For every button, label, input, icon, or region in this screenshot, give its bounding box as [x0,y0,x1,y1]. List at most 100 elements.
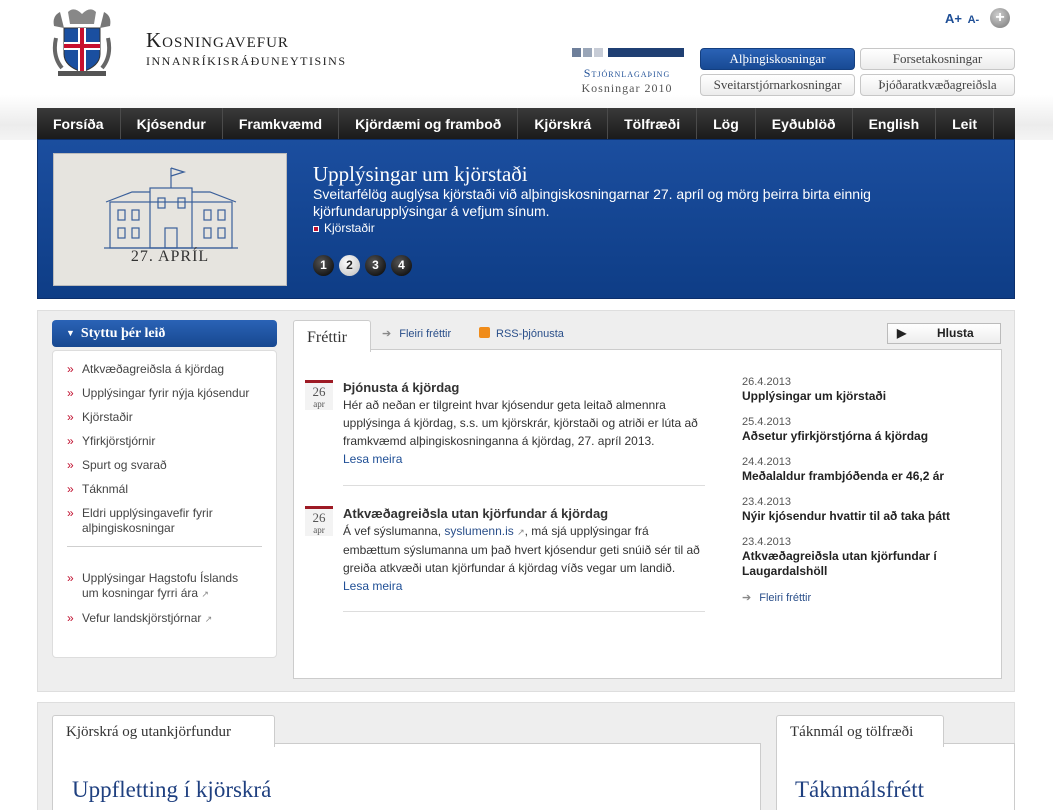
news-body: Á vef sýslumanna, syslumenn.is ↗, má sjá… [343,522,703,595]
listen-label: Hlusta [937,326,974,340]
sidebar-external-label: Upplýsingar Hagstofu Íslands um kosninga… [82,571,239,600]
sidebar-item[interactable]: Atkvæðagreiðsla á kjördag [67,362,267,377]
news-divider [343,485,705,486]
nav-item-english[interactable]: English [853,108,937,139]
recent-news-item[interactable]: 23.4.2013 Nýir kjósendur hvattir til að t… [742,496,972,524]
nav-item-kjorskra[interactable]: Kjörskrá [518,108,609,139]
logo-line1: Stjórnlagaþing [583,66,671,80]
read-more-link[interactable]: Lesa meira [343,452,402,466]
recent-more-link[interactable]: ➔ Fleiri fréttir [742,591,811,604]
recent-news-item[interactable]: 24.4.2013 Meðalaldur frambjóðenda er 46,2… [742,456,972,484]
date-day: 26 [312,510,326,525]
coat-of-arms-logo[interactable] [50,8,114,78]
recent-title: Upplýsingar um kjörstaði [742,389,887,403]
nav-item-forsida[interactable]: Forsíða [37,108,121,139]
sidebar-header[interactable]: ▼ Styttu þér leið [52,320,277,347]
recent-date: 23.4.2013 [742,536,791,548]
nav-item-leit[interactable]: Leit [936,108,995,139]
more-news-label: Fleiri fréttir [399,328,452,340]
date-day: 26 [312,384,326,399]
recent-title: Nýir kjósendur hvattir til að taka þátt [742,509,951,523]
sidebar-external-item[interactable]: Vefur landskjörstjórnar ↗ [67,611,267,627]
date-badge: 26 apr [305,506,333,536]
logo-bars [570,48,684,58]
banner-text: Sveitarfélög auglýsa kjörstaði við alþin… [313,186,871,219]
syslumenn-link[interactable]: syslumenn.is [444,524,513,538]
stjornlagathing-logo[interactable]: Stjórnlagaþing Kosningar 2010 [570,48,684,96]
date-month: apr [313,399,325,409]
font-size-controls: A+ A- [945,11,979,26]
recent-date: 26.4.2013 [742,376,791,388]
election-button-althingi[interactable]: Alþingiskosningar [700,48,855,70]
nav-item-kjosendur[interactable]: Kjósendur [121,108,223,139]
tab-kjorskra[interactable]: Kjörskrá og utankjörfundur [52,715,275,747]
recent-date: 23.4.2013 [742,496,791,508]
date-month: apr [313,525,325,535]
sidebar-item[interactable]: Eldri upplýsingavefir fyrir alþingiskosn… [67,506,227,536]
feature-banner: 27. APRÍL Upplýsingar um kjörstaði Sveit… [37,139,1015,299]
banner-image[interactable] [53,153,287,286]
sidebar-item[interactable]: Kjörstaðir [67,410,267,425]
news-title[interactable]: Þjónusta á kjördag [343,380,459,395]
rss-label: RSS-þjónusta [496,328,564,340]
font-increase-button[interactable]: A+ [945,11,962,26]
arrow-right-icon: ➔ [742,592,752,604]
site-title-line2: innanríkisráðuneytisins [146,50,347,69]
date-badge: 26 apr [305,380,333,410]
sidebar-external-item[interactable]: Upplýsingar Hagstofu Íslands um kosninga… [67,571,257,602]
sidebar-item[interactable]: Yfirkjörstjórnir [67,434,267,449]
nav-item-tolfraedi[interactable]: Tölfræði [608,108,698,139]
banner-dot-2[interactable]: 2 [339,255,360,276]
nav-item-framkvaemd[interactable]: Framkvæmd [223,108,340,139]
banner-pager: 1 2 3 4 [313,255,412,276]
tab-frettir[interactable]: Fréttir [293,320,371,352]
tab-taknmal[interactable]: Táknmál og tölfræði [776,715,944,747]
nav-item-eydublod[interactable]: Eyðublöð [756,108,853,139]
site-title-line1: Kosningavefur [146,28,289,52]
logo-line2: Kosningar 2010 [581,81,673,95]
recent-more-label: Fleiri fréttir [759,592,812,604]
banner-link-label: Kjörstaðir [324,221,375,235]
election-button-sveitarstjorn[interactable]: Sveitarstjórnarkosningar [700,74,855,96]
more-news-link[interactable]: ➔ Fleiri fréttir [382,327,451,340]
bullet-icon [313,225,319,232]
banner-dot-1[interactable]: 1 [313,255,334,276]
font-decrease-button[interactable]: A- [968,14,980,26]
recent-title: Aðsetur yfirkjörstjórna á kjördag [742,429,929,443]
sidebar-item[interactable]: Spurt og svarað [67,458,267,473]
external-link-icon: ↗ [201,589,209,599]
read-more-link[interactable]: Lesa meira [343,579,402,593]
banner-image-caption: 27. APRÍL [130,248,210,265]
external-link-icon: ↗ [204,614,213,624]
nav-item-kjordaemi[interactable]: Kjördæmi og framboð [339,108,519,139]
news-text: Á vef sýslumanna, [343,524,442,538]
site-title[interactable]: Kosningavefur innanríkisráðuneytisins [146,30,347,70]
recent-news-item[interactable]: 26.4.2013 Upplýsingar um kjörstaði [742,376,972,404]
banner-dot-4[interactable]: 4 [391,255,412,276]
news-title[interactable]: Atkvæðagreiðsla utan kjörfundar á kjörda… [343,506,608,521]
plus-icon[interactable]: + [990,8,1010,28]
triangle-down-icon: ▼ [66,328,75,338]
recent-title: Meðalaldur frambjóðenda er 46,2 ár [742,469,945,483]
sidebar-item[interactable]: Upplýsingar fyrir nýja kjósendur [67,386,267,401]
banner-link[interactable]: Kjörstaðir [313,221,375,235]
arrow-right-icon: ➔ [382,328,392,340]
nav-item-log[interactable]: Lög [697,108,756,139]
sidebar-item[interactable]: Táknmál [67,482,267,497]
sidebar-divider [67,546,262,547]
sidebar-external-label: Vefur landskjörstjórnar [82,611,202,625]
rss-icon [479,327,490,338]
election-button-thjodaratkvaedagreidsla[interactable]: Þjóðaratkvæðagreiðsla [860,74,1015,96]
bottom-heading-right[interactable]: Táknmálsfrétt [795,777,924,803]
recent-date: 25.4.2013 [742,416,791,428]
election-button-forseta[interactable]: Forsetakosningar [860,48,1015,70]
rss-link[interactable]: RSS-þjónusta [479,327,564,340]
listen-button[interactable]: ▶ Hlusta [887,323,1001,344]
banner-title[interactable]: Upplýsingar um kjörstaði [313,162,528,187]
bottom-heading-left[interactable]: Uppfletting í kjörskrá [72,777,271,803]
recent-news-item[interactable]: 25.4.2013 Aðsetur yfirkjörstjórna á kjörd… [742,416,972,444]
banner-dot-3[interactable]: 3 [365,255,386,276]
sidebar-quicklinks: Atkvæðagreiðsla á kjördag Upplýsingar fy… [67,362,267,545]
recent-news-item[interactable]: 23.4.2013 Atkvæðagreiðsla utan kjörfundar… [742,536,942,579]
main-navigation: Forsíða Kjósendur Framkvæmd Kjördæmi og … [37,108,1015,139]
